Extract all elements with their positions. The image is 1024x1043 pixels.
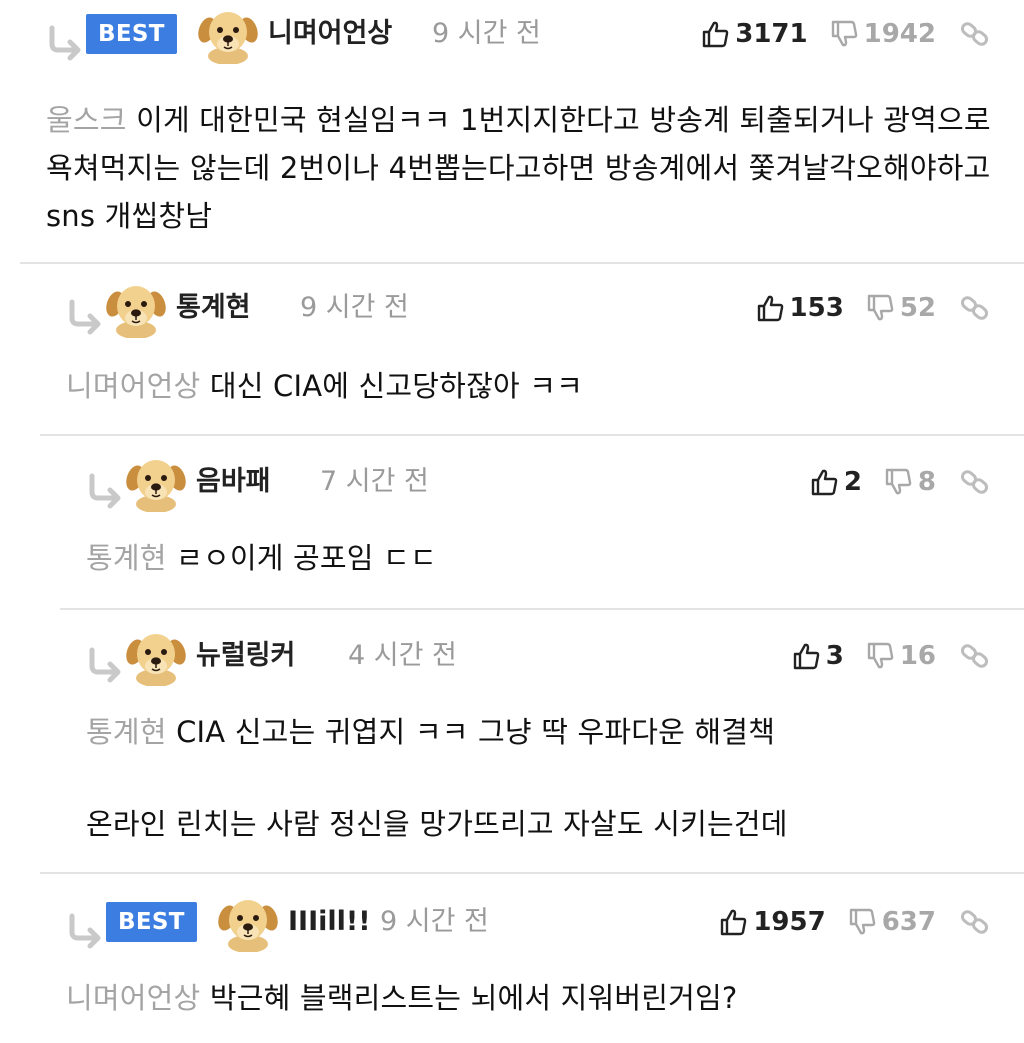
link-icon[interactable] (960, 19, 990, 49)
comment-header: 음바패 7 시간 전 2 8 (0, 460, 1024, 524)
mention[interactable]: 니며어언상 (66, 981, 200, 1015)
downvote-count: 52 (899, 293, 936, 323)
downvote-count: 637 (881, 907, 936, 937)
author-name[interactable]: IIIill!! (288, 902, 371, 942)
upvote-button[interactable]: 153 (756, 293, 844, 323)
comment-body: 니며어언상 박근혜 블랙리스트는 뇌에서 지워버린거임? (66, 974, 994, 1022)
reply-arrow-icon (66, 296, 106, 336)
upvote-button[interactable]: 2 (810, 467, 862, 497)
timestamp: 4 시간 전 (348, 640, 457, 671)
downvote-count: 8 (917, 467, 936, 497)
timestamp: 7 시간 전 (320, 466, 429, 497)
downvote-button[interactable]: 52 (866, 293, 936, 323)
comment-body: 울스크 이게 대한민국 현실임ㅋㅋ 1번지지한다고 방송계 퇴출되거나 광역으로… (46, 96, 994, 240)
downvote-button[interactable]: 1942 (830, 19, 936, 49)
thumbs-down-icon (884, 468, 912, 496)
puppy-avatar[interactable] (106, 278, 166, 338)
comment-header: 통계현 9 시간 전 153 52 (0, 286, 1024, 350)
author-name[interactable]: 통계현 (176, 288, 251, 328)
comment-text: CIA 신고는 귀엽지 ㅋㅋ 그냥 딱 우파다운 해결책 (176, 715, 776, 749)
mention[interactable]: 울스크 (46, 103, 127, 137)
reply-arrow-icon (66, 910, 106, 950)
link-icon[interactable] (960, 293, 990, 323)
downvote-button[interactable]: 8 (884, 467, 936, 497)
thumbs-up-icon (701, 20, 729, 48)
timestamp: 9 시간 전 (432, 18, 541, 49)
upvote-count: 3171 (735, 19, 808, 49)
best-badge: BEST (106, 902, 197, 942)
upvote-button[interactable]: 3 (792, 641, 844, 671)
comment-text: 이게 대한민국 현실임ㅋㅋ 1번지지한다고 방송계 퇴출되거나 광역으로 욕쳐먹… (46, 103, 991, 233)
downvote-count: 16 (899, 641, 936, 671)
author-name[interactable]: 음바패 (196, 462, 271, 502)
best-badge: BEST (86, 14, 177, 54)
vote-bar: 3171 1942 (701, 14, 1024, 54)
timestamp: 9 시간 전 (380, 906, 489, 937)
vote-bar: 3 16 (792, 636, 1024, 676)
comment-5: BEST IIIill!! 9 시간 전 1957 637 니며어언상 박근혜 … (0, 874, 1024, 1043)
thumbs-up-icon (719, 908, 747, 936)
author-name[interactable]: 니며어언상 (268, 14, 392, 54)
vote-bar: 1957 637 (719, 902, 1024, 942)
thumbs-down-icon (866, 642, 894, 670)
comment-body: 니며어언상 대신 CIA에 신고당하잖아 ㅋㅋ (66, 362, 994, 410)
upvote-count: 3 (825, 641, 844, 671)
puppy-avatar[interactable] (218, 892, 278, 952)
downvote-button[interactable]: 637 (848, 907, 936, 937)
mention[interactable]: 통계현 (86, 541, 167, 575)
vote-bar: 2 8 (810, 462, 1024, 502)
thumbs-down-icon (830, 20, 858, 48)
comment-header: 뉴럴링커 4 시간 전 3 16 (0, 634, 1024, 698)
link-icon[interactable] (960, 467, 990, 497)
link-icon[interactable] (960, 641, 990, 671)
comment-4: 뉴럴링커 4 시간 전 3 16 통계현 CIA 신고는 귀엽지 ㅋㅋ 그냥 딱… (0, 610, 1024, 872)
upvote-button[interactable]: 3171 (701, 19, 808, 49)
comment-text: 대신 CIA에 신고당하잖아 ㅋㅋ (209, 369, 584, 403)
upvote-count: 1957 (753, 907, 826, 937)
mention[interactable]: 니며어언상 (66, 369, 200, 403)
reply-arrow-icon (46, 22, 86, 62)
comment-2: 통계현 9 시간 전 153 52 니며어언상 대신 CIA에 신고당하잖아 ㅋ… (0, 264, 1024, 434)
puppy-avatar[interactable] (126, 452, 186, 512)
comment-header: BEST IIIill!! 9 시간 전 1957 637 (0, 900, 1024, 964)
author-name[interactable]: 뉴럴링커 (196, 636, 295, 676)
thumbs-up-icon (756, 294, 784, 322)
comment-text: ㄹㅇ이게 공포임 ㄷㄷ (176, 541, 437, 575)
mention[interactable]: 통계현 (86, 715, 167, 749)
thumbs-up-icon (810, 468, 838, 496)
comment-body: 통계현 ㄹㅇ이게 공포임 ㄷㄷ (86, 534, 994, 582)
timestamp: 9 시간 전 (300, 292, 409, 323)
upvote-button[interactable]: 1957 (719, 907, 826, 937)
reply-arrow-icon (86, 470, 126, 510)
link-icon[interactable] (960, 907, 990, 937)
upvote-count: 2 (843, 467, 862, 497)
vote-bar: 153 52 (756, 288, 1024, 328)
downvote-button[interactable]: 16 (866, 641, 936, 671)
comment-text: 박근혜 블랙리스트는 뇌에서 지워버린거임? (209, 981, 738, 1015)
comment-3: 음바패 7 시간 전 2 8 통계현 ㄹㅇ이게 공포임 ㄷㄷ (0, 436, 1024, 608)
thumbs-up-icon (792, 642, 820, 670)
comment-header: BEST 니며어언상 9 시간 전 3171 1942 (0, 12, 1024, 76)
puppy-avatar[interactable] (126, 626, 186, 686)
upvote-count: 153 (789, 293, 844, 323)
reply-arrow-icon (86, 644, 126, 684)
comment-1: BEST 니며어언상 9 시간 전 3171 1942 울스크 이게 대한민국 … (0, 0, 1024, 262)
thumbs-down-icon (866, 294, 894, 322)
thumbs-down-icon (848, 908, 876, 936)
comment-text-second-paragraph: 온라인 린치는 사람 정신을 망가뜨리고 자살도 시키는건데 (86, 807, 788, 841)
downvote-count: 1942 (863, 19, 936, 49)
puppy-avatar[interactable] (198, 4, 258, 64)
comment-body: 통계현 CIA 신고는 귀엽지 ㅋㅋ 그냥 딱 우파다운 해결책 온라인 린치는… (86, 708, 994, 848)
